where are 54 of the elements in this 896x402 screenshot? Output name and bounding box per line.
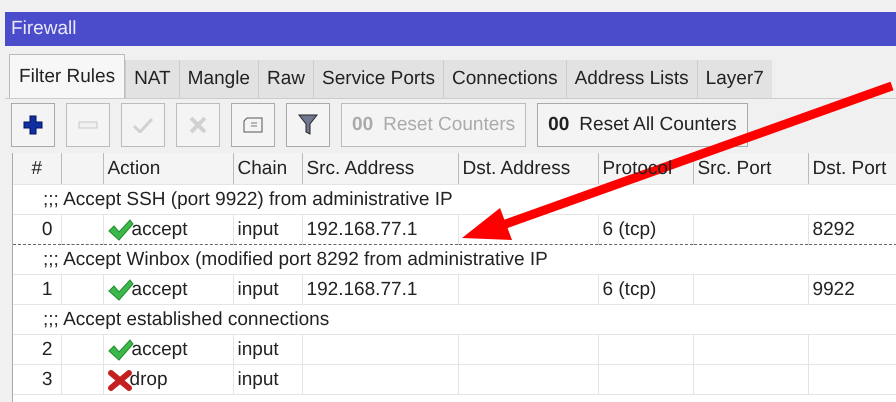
check-icon: [133, 117, 153, 133]
table-cell: input: [238, 278, 279, 300]
plus-icon: [23, 115, 43, 135]
row-number: 3: [13, 364, 61, 394]
tab[interactable]: Service Ports: [313, 60, 443, 98]
note-icon: [243, 117, 263, 133]
add-button[interactable]: [11, 103, 55, 147]
window-title: Firewall: [5, 12, 896, 46]
comment-row: ;;; Accept Winbox (modified port 8292 from administrative IP: [13, 244, 896, 274]
row-number: 2: [13, 334, 61, 364]
tab[interactable]: Layer7: [696, 60, 772, 98]
filter-icon: [298, 114, 318, 136]
column-header[interactable]: Dst. Address: [458, 153, 598, 184]
comment-button[interactable]: [231, 103, 275, 147]
row-number: 1: [13, 274, 61, 304]
rule-row[interactable]: 2 accept input: [13, 334, 896, 364]
table-cell: input: [238, 218, 279, 240]
tab[interactable]: Address Lists: [566, 60, 697, 98]
table-cell: input: [238, 368, 279, 390]
column-header[interactable]: Action: [103, 153, 233, 184]
tab[interactable]: Raw: [258, 60, 314, 98]
tab[interactable]: NAT: [125, 60, 179, 98]
table-cell: 9922: [812, 278, 855, 300]
action-text: drop: [130, 368, 168, 390]
table-cell: 6 (tcp): [602, 278, 656, 300]
cross-icon: [189, 116, 207, 134]
action-text: accept: [132, 278, 188, 300]
table-cell: 8292: [812, 218, 855, 240]
minus-icon: [78, 121, 98, 129]
tab[interactable]: Connections: [443, 60, 566, 98]
column-header[interactable]: Src. Address: [302, 153, 458, 184]
check-icon: [108, 338, 134, 360]
table-cell: 192.168.77.1: [306, 218, 418, 240]
action-text: accept: [132, 338, 188, 360]
table-cell: 6 (tcp): [602, 218, 656, 240]
column-header[interactable]: Dst. Port: [808, 153, 896, 184]
column-header[interactable]: Src. Port: [693, 153, 808, 184]
rule-row[interactable]: 1 accept input 192.168.77.1 6 (tcp) 9922: [13, 274, 896, 304]
table-cell: input: [238, 338, 279, 360]
table-cell: 192.168.77.1: [306, 278, 418, 300]
check-icon: [108, 218, 134, 240]
tab[interactable]: Mangle: [178, 60, 258, 98]
column-header[interactable]: #: [13, 153, 61, 184]
column-header[interactable]: Chain: [233, 153, 302, 184]
row-number: 0: [13, 214, 61, 244]
tab[interactable]: Filter Rules: [9, 54, 126, 98]
action-text: accept: [132, 218, 188, 240]
rule-row[interactable]: 3 drop input: [13, 364, 896, 394]
cross-icon: [108, 368, 132, 390]
comment-row: ;;; Accept established connections: [13, 304, 896, 334]
filter-button[interactable]: [286, 103, 330, 147]
comment-row: ;;; Accept SSH (port 9922) from administrative IP: [13, 184, 896, 214]
reset-button[interactable]: 00 Reset All Counters: [537, 103, 748, 147]
check-icon: [108, 278, 134, 300]
